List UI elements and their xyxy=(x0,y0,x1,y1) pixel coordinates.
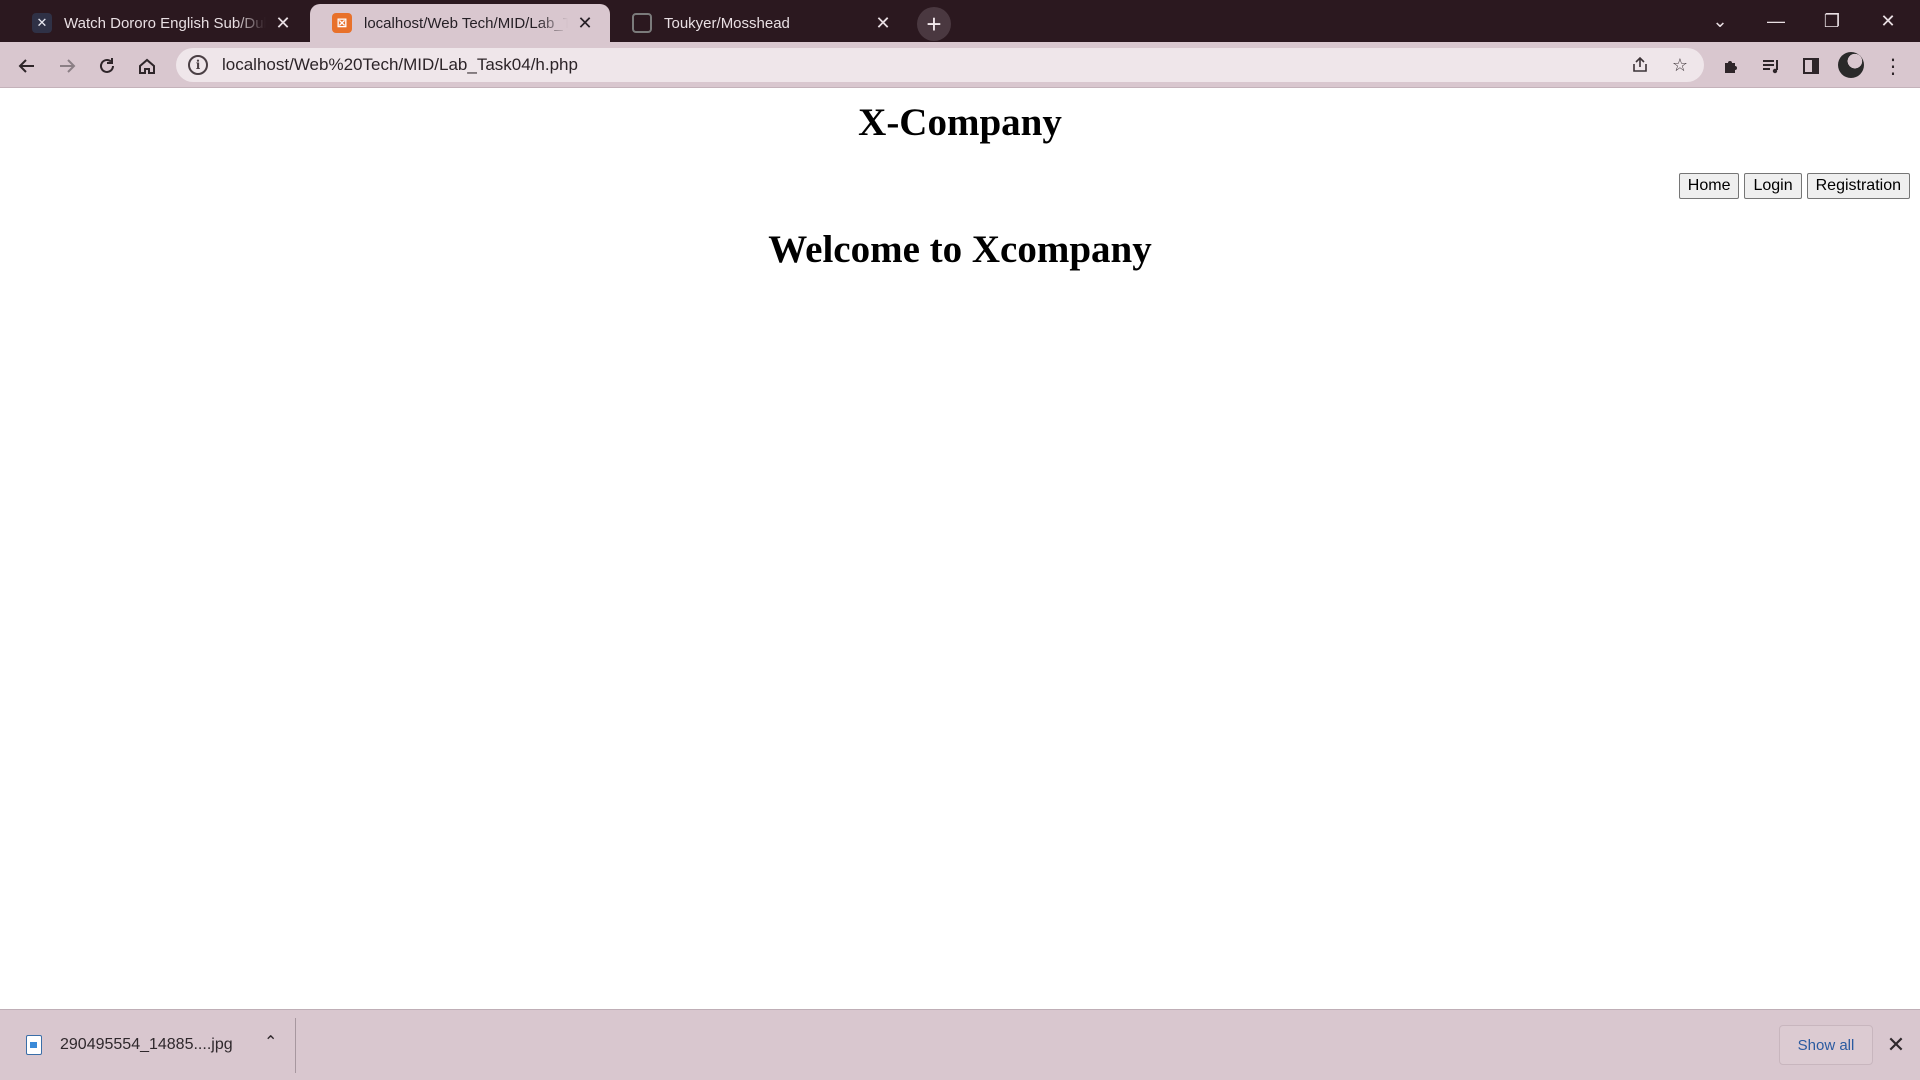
minimize-button[interactable]: — xyxy=(1748,0,1804,42)
download-shelf: 290495554_14885....jpg ⌃ Show all ✕ xyxy=(0,1009,1920,1080)
media-queue-icon[interactable] xyxy=(1754,49,1788,83)
registration-button[interactable]: Registration xyxy=(1806,173,1910,199)
login-button[interactable]: Login xyxy=(1744,173,1802,199)
close-tab-icon[interactable]: ✕ xyxy=(872,12,894,34)
page-content: X-Company Home Login Registration Welcom… xyxy=(0,89,1920,1009)
dororo-favicon-icon: ✕ xyxy=(32,13,52,33)
xampp-favicon-icon: ⊠ xyxy=(332,13,352,33)
tab-strip: ✕ Watch Dororo English Sub/Dub online ✕ … xyxy=(0,0,1920,42)
close-shelf-icon[interactable]: ✕ xyxy=(1883,1032,1909,1058)
home-button[interactable]: Home xyxy=(1678,173,1740,199)
share-icon[interactable] xyxy=(1630,55,1650,75)
browser-toolbar: i localhost/Web%20Tech/MID/Lab_Task04/h.… xyxy=(0,42,1920,88)
menu-kebab-icon[interactable]: ⋮ xyxy=(1876,49,1910,83)
bookmark-star-icon[interactable]: ☆ xyxy=(1670,55,1690,75)
nav-buttons: Home Login Registration xyxy=(1678,173,1910,199)
side-panel-icon[interactable] xyxy=(1794,49,1828,83)
tab-localhost[interactable]: ⊠ localhost/Web Tech/MID/Lab_Task04/h.ph… xyxy=(310,4,610,42)
welcome-heading: Welcome to Xcompany xyxy=(768,228,1152,271)
close-tab-icon[interactable]: ✕ xyxy=(272,12,294,34)
site-info-icon[interactable]: i xyxy=(188,55,208,75)
github-favicon-icon xyxy=(632,13,652,33)
address-bar[interactable]: i localhost/Web%20Tech/MID/Lab_Task04/h.… xyxy=(176,48,1704,82)
tab-github[interactable]: Toukyer/Mosshead ✕ xyxy=(610,4,908,42)
chevron-up-icon[interactable]: ⌃ xyxy=(264,1032,277,1052)
show-all-button[interactable]: Show all xyxy=(1779,1025,1873,1065)
tab-title: Toukyer/Mosshead xyxy=(664,14,790,32)
tab-title: localhost/Web Tech/MID/Lab_Task04/h.php xyxy=(364,14,568,32)
download-file-name: 290495554_14885....jpg xyxy=(60,1036,233,1053)
forward-arrow-icon[interactable] xyxy=(50,49,84,83)
profile-avatar[interactable] xyxy=(1838,52,1864,78)
address-url[interactable]: localhost/Web%20Tech/MID/Lab_Task04/h.ph… xyxy=(222,55,578,75)
home-icon[interactable] xyxy=(130,49,164,83)
new-tab-button[interactable]: + xyxy=(917,7,951,41)
restore-button[interactable]: ❐ xyxy=(1804,0,1860,42)
close-tab-icon[interactable]: ✕ xyxy=(574,12,596,34)
tab-dororo[interactable]: ✕ Watch Dororo English Sub/Dub online ✕ xyxy=(10,4,308,42)
shelf-divider xyxy=(295,1018,296,1073)
image-file-icon xyxy=(26,1035,42,1055)
window-close-button[interactable]: ✕ xyxy=(1860,0,1916,42)
tab-title: Watch Dororo English Sub/Dub online xyxy=(64,14,266,32)
download-item[interactable]: 290495554_14885....jpg ⌃ xyxy=(10,1020,290,1070)
tab-search-button[interactable]: ⌄ xyxy=(1692,0,1748,42)
reload-icon[interactable] xyxy=(90,49,124,83)
extensions-puzzle-icon[interactable] xyxy=(1714,49,1748,83)
back-arrow-icon[interactable] xyxy=(10,49,44,83)
company-heading: X-Company xyxy=(858,101,1062,144)
